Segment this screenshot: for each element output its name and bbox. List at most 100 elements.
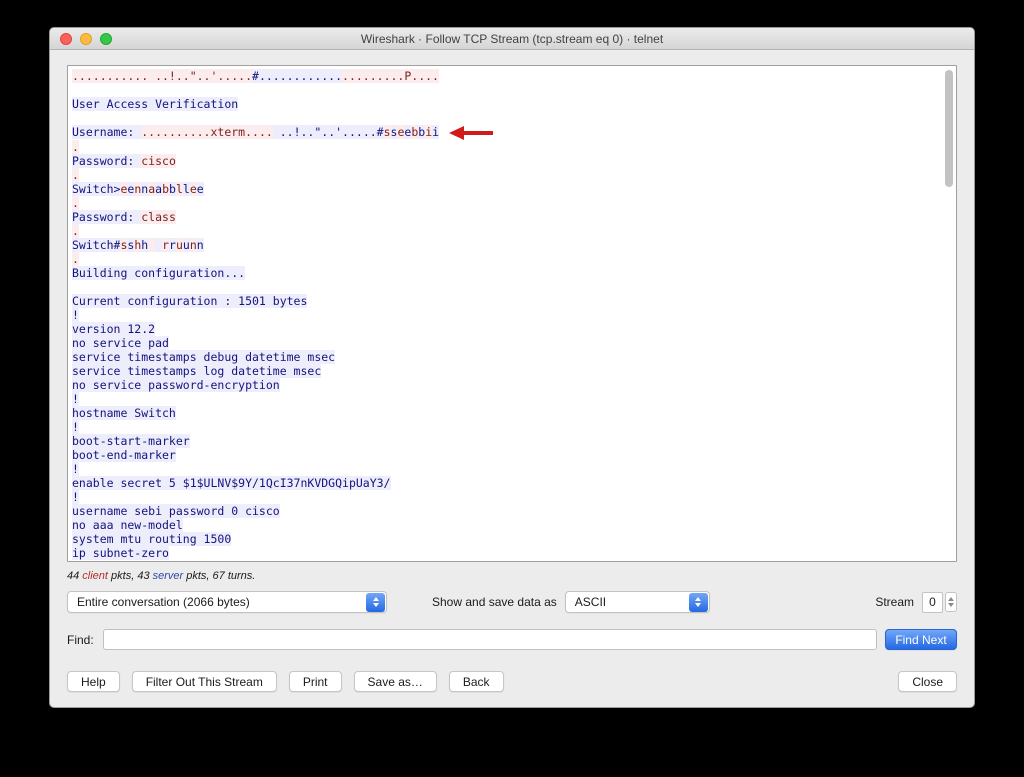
footer-button-filter-out-this-stream[interactable]: Filter Out This Stream [132,671,277,692]
footer-button-save-as[interactable]: Save as… [354,671,437,692]
screen: Wireshark · Follow TCP Stream (tcp.strea… [0,0,1024,777]
server-data: n [197,238,204,252]
zoom-window-icon[interactable] [100,33,112,45]
stream-line [72,111,940,125]
server-data: Username: [72,125,141,139]
hint-segment-plain: pkts, [183,570,212,582]
minimize-window-icon[interactable] [80,33,92,45]
client-data: . [72,224,79,238]
server-data: ! [72,462,79,476]
server-data: ip subnet-zero [72,546,169,560]
stream-line: system mtu routing 1500 [72,532,940,546]
server-data: service timestamps log datetime msec [72,364,321,378]
client-data: n [190,238,197,252]
footer-button-help[interactable]: Help [67,671,120,692]
client-data: class [141,210,176,224]
titlebar[interactable]: Wireshark · Follow TCP Stream (tcp.strea… [50,28,974,50]
server-data: no service pad [72,336,169,350]
stream-text-area[interactable]: ........... ..!.."..'.....#.............… [67,65,957,562]
stream-line: . [72,224,940,238]
server-data: username sebi password 0 cisco [72,504,280,518]
footer-button-back[interactable]: Back [449,671,504,692]
stream-line: boot-end-marker [72,448,940,462]
stream-line: hostname Switch [72,406,940,420]
stream-line: ! [72,420,940,434]
controls-row: Entire conversation (2066 bytes) Show an… [67,591,957,613]
stream-number-group: Stream 0 [875,592,957,613]
server-data: User Access Verification [72,97,238,111]
client-data: b [162,182,169,196]
format-select[interactable]: ASCII [565,591,710,613]
stream-line: ! [72,462,940,476]
stream-line: ip subnet-zero [72,546,940,560]
server-data: Switch# [72,238,120,252]
hint-segment-plain: pkts, [108,570,137,582]
server-data: enable secret 5 $1$ULNV$9Y/1QcI37nKVDGQi… [72,476,391,490]
client-data: s [384,125,391,139]
find-next-button[interactable]: Find Next [885,629,957,650]
client-data: ..........xterm.... [141,125,273,139]
hint-segment-server: server [153,570,184,582]
stream-line: username sebi password 0 cisco [72,504,940,518]
stream-line [72,83,940,97]
footer-button-print[interactable]: Print [289,671,342,692]
stream-line: . [72,196,940,210]
server-data: i [432,125,439,139]
server-data: Current configuration : 1501 bytes [72,294,307,308]
stream-line: User Access Verification [72,97,940,111]
stream-stepper[interactable] [945,592,957,612]
stream-line: boot-start-marker [72,434,940,448]
traffic-lights [60,33,112,45]
stream-line: Switch>eennaabbllee [72,182,940,196]
stream-line: no aaa new-model [72,518,940,532]
client-data: ........... ..!.."..'..... [72,69,252,83]
dialog-content: ........... ..!.."..'.....#.............… [50,65,974,692]
close-button[interactable]: Close [898,671,957,692]
hint-segment-plain: 43 [137,570,152,582]
conversation-select-value: Entire conversation (2066 bytes) [77,595,250,609]
server-data: system mtu routing 1500 [72,532,231,546]
conversation-select[interactable]: Entire conversation (2066 bytes) [67,591,387,613]
server-data: boot-end-marker [72,448,176,462]
stream-line: Current configuration : 1501 bytes [72,294,940,308]
client-data: e [190,182,197,196]
server-data: hostname Switch [72,406,176,420]
stream-line: enable secret 5 $1$ULNV$9Y/1QcI37nKVDGQi… [72,476,940,490]
server-data: #............ [252,69,342,83]
server-data: Password: [72,210,141,224]
server-data: l [183,182,190,196]
server-data: boot-start-marker [72,434,190,448]
scrollbar-thumb[interactable] [945,70,953,187]
server-data: Building configuration... [72,266,245,280]
packet-count-hint: 44 client pkts, 43 server pkts, 67 turns… [67,570,957,582]
format-select-value: ASCII [575,595,606,609]
stream-number-input[interactable]: 0 [922,592,943,613]
server-data: Switch> [72,182,120,196]
client-data: r [162,238,169,252]
hint-segment-plain: 44 [67,570,82,582]
stream-line: . [72,252,940,266]
window-title: Wireshark · Follow TCP Stream (tcp.strea… [361,32,663,46]
footer-row: Help Filter Out This Stream Print Save as… B… [67,671,957,692]
stream-line: . [72,140,940,154]
server-data: no service password-encryption [72,378,280,392]
stream-line: version 12.2 [72,322,940,336]
stream-line: ........... ..!.."..'.....#.............… [72,69,940,83]
client-data: l [176,182,183,196]
server-data: service timestamps debug datetime msec [72,350,335,364]
stream-line: Switch#sshh rruunn [72,238,940,252]
stream-line: . [72,168,940,182]
server-data: ..!.."..'.....# [273,125,384,139]
server-data: ! [72,392,79,406]
hint-segment-plain: 67 turns. [213,570,256,582]
find-label: Find: [67,633,94,647]
client-data: . [72,196,79,210]
find-input[interactable] [103,629,877,650]
client-data: . [72,140,79,154]
stream-line: Password: cisco [72,154,940,168]
server-data: ! [72,308,79,322]
close-window-icon[interactable] [60,33,72,45]
server-data: b [169,182,176,196]
follow-tcp-stream-window: Wireshark · Follow TCP Stream (tcp.strea… [49,27,975,708]
scrollbar[interactable] [943,67,955,562]
